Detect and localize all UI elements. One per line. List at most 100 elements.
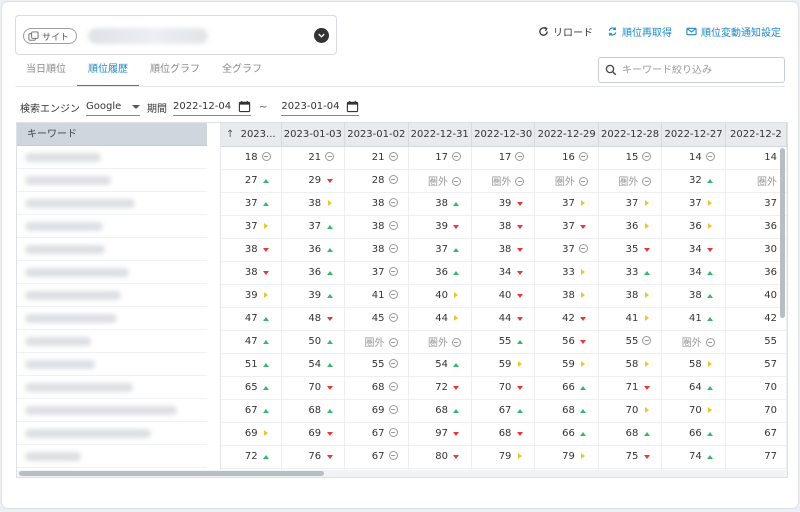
rank-down-icon [514,428,525,439]
site-selector[interactable]: サイト [15,15,337,55]
rank-value: 37 [562,198,575,210]
refetch-rank-button[interactable]: 順位再取得 [607,24,672,39]
date-column-header[interactable]: 2022-12-28 [598,123,663,147]
tab-rank-history[interactable]: 順位履歴 [77,61,139,87]
rank-down-icon [578,221,589,232]
no-change-icon [388,289,399,301]
date-column-header[interactable]: 2023-01-02 [344,123,409,147]
rank-value: 67 [244,405,258,417]
tab-all-graphs[interactable]: 全グラフ [211,61,273,87]
keyword-cell [17,169,207,192]
rank-value: 72 [435,382,448,394]
rank-value: 58 [625,359,639,371]
keyword-redacted [25,176,111,185]
rank-value: 45 [371,313,385,325]
engine-select[interactable]: Google [86,98,140,116]
keyword-filter-input[interactable] [622,64,772,76]
rank-value: 70 [625,405,639,417]
rank-value: 33 [562,267,575,279]
keyword-header[interactable]: キーワード [17,123,207,146]
date-column-header[interactable]: ↑ 2023... [221,123,282,147]
calendar-icon[interactable] [238,100,251,113]
vertical-scrollbar[interactable] [780,148,785,318]
site-name-redacted [88,28,208,44]
date-from-field[interactable]: 2022-12-04 [173,98,251,116]
rank-cell: 32 [661,169,726,193]
rank-value: 21 [308,152,322,164]
rank-up-icon [705,428,716,439]
rank-down-icon [324,175,335,186]
calendar-icon[interactable] [346,100,359,113]
rank-cell: 36 [725,261,787,285]
rank-value: 55 [625,336,639,348]
rank-cell: 38 [471,215,536,239]
rank-value: 38 [689,290,702,302]
horizontal-scrollbar[interactable] [19,471,324,476]
rank-value: 18 [244,152,258,164]
rank-cell: 67 [344,445,409,469]
rank-value: 37 [764,198,777,209]
date-column-header[interactable]: 2022-12-29 [534,123,599,147]
rank-cell: 42 [534,307,599,331]
rank-up-icon [451,244,462,255]
rank-cell: 79 [534,445,599,469]
keyword-filter[interactable] [598,57,785,83]
date-from-value: 2022-12-04 [173,101,232,112]
keyword-cell [17,330,207,353]
rank-cell: 74 [661,445,726,469]
rank-cell: 55 [344,353,409,377]
rank-value: 36 [689,221,702,233]
rank-value: 38 [371,244,385,256]
rank-cell: 34 [471,261,536,285]
rank-cell: 40 [471,284,536,308]
rank-value: 48 [308,313,322,325]
date-to-field[interactable]: 2023-01-04 [281,98,360,116]
rank-cell: 72 [221,445,282,469]
caret-down-icon [132,104,140,109]
rank-down-icon [451,221,462,232]
date-column-header[interactable]: 2023-01-03 [281,123,346,147]
rank-cell: 圏外 [598,169,663,193]
keyword-redacted [25,406,177,415]
rank-value: 34 [689,244,702,256]
tab-today-rank[interactable]: 当日順位 [15,61,77,87]
rank-cell: 18 [221,146,282,170]
rank-value: 77 [764,451,777,462]
rank-down-icon [451,451,462,462]
column-spacer [207,123,221,477]
rank-value: 59 [498,359,512,371]
no-change-icon [388,266,399,278]
date-column-header[interactable]: 2022-12-2 [725,123,787,147]
rank-value: 圏外 [554,177,575,188]
keyword-cell [17,353,207,376]
rank-cell: 58 [661,353,726,377]
rank-value: 44 [498,313,512,325]
rank-value: 72 [244,451,258,463]
rank-value: 66 [689,428,702,440]
rank-cell: 68 [281,399,346,423]
site-chip: サイト [23,28,78,44]
toolbar-actions: リロード 順位再取得 順位変動通知設定 [538,24,781,39]
date-column-header[interactable]: 2022-12-31 [408,123,472,147]
date-column-header[interactable]: 2022-12-30 [471,123,536,147]
keyword-column: キーワード [17,123,207,477]
rank-value: 68 [498,428,512,440]
rank-down-icon [514,221,525,232]
rank-up-icon [261,451,272,462]
date-column-header[interactable]: 2022-12-27 [661,123,726,147]
chevron-down-icon[interactable] [314,28,329,43]
rank-value: 70 [764,405,777,416]
rank-value: 50 [308,336,322,348]
reload-button[interactable]: リロード [538,24,593,39]
rank-cell: 圏外 [534,169,599,193]
keyword-redacted [25,291,121,300]
tab-rank-graph[interactable]: 順位グラフ [139,61,211,87]
notify-settings-button[interactable]: 順位変動通知設定 [686,24,781,39]
keyword-cell [17,376,207,399]
rank-value: 37 [371,267,385,279]
rank-value: 圏外 [681,338,702,349]
rank-flat-icon [641,405,652,416]
rank-value: 69 [371,405,385,417]
rank-value: 27 [244,175,258,187]
rank-value: 69 [244,428,258,440]
